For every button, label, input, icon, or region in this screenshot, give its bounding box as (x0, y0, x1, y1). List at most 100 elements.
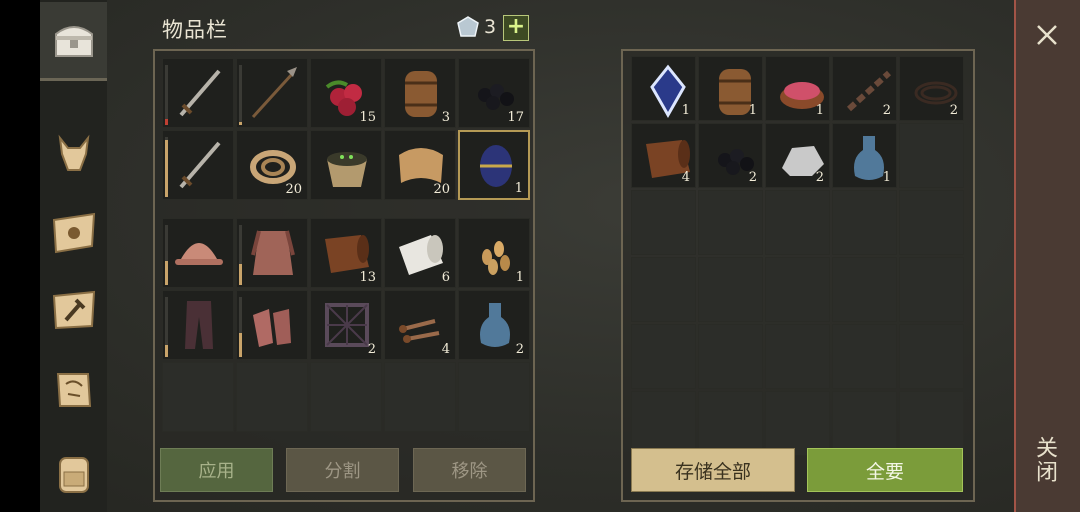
empty-slot[interactable] (698, 257, 763, 322)
inventory-slot-pants[interactable] (162, 290, 234, 360)
inventory-slot-whip[interactable]: 2 (899, 56, 964, 121)
empty-slot[interactable] (162, 362, 234, 432)
empty-slot[interactable] (832, 190, 897, 255)
item-count: 2 (815, 170, 824, 185)
store-all-button[interactable]: 存储全部 (631, 448, 795, 492)
inventory-slot-leather[interactable]: 4 (631, 123, 696, 188)
inventory-slot-crystal[interactable]: 1 (631, 56, 696, 121)
durability-bar (239, 297, 242, 357)
apply-button[interactable]: 应用 (160, 448, 273, 492)
inventory-slot-coal[interactable]: 2 (698, 123, 763, 188)
spear-icon (251, 67, 297, 119)
inventory-slot-helmet[interactable] (162, 218, 234, 288)
empty-slot[interactable] (236, 362, 308, 432)
inventory-grid-main: 15 3 17 20 20 1 (162, 58, 530, 200)
item-count: 2 (949, 103, 958, 118)
nav-character[interactable] (40, 434, 107, 510)
durability-bar (239, 225, 242, 285)
backpack-icon (58, 457, 89, 493)
inventory-slot-chainmail[interactable] (236, 218, 308, 288)
inventory-slot-nails[interactable]: 4 (384, 290, 456, 360)
storage-grid: 1 1 1 2 2 4 2 2 1 (631, 56, 964, 456)
pants-icon (185, 301, 213, 349)
inventory-slot-berries[interactable]: 15 (310, 58, 382, 128)
durability-bar (165, 65, 168, 125)
gem-icon (457, 16, 479, 37)
item-count: 2 (882, 103, 891, 118)
inventory-slot-seeds[interactable]: 1 (458, 218, 530, 288)
inventory-slot-barrel[interactable]: 3 (384, 58, 456, 128)
close-icon[interactable] (1032, 20, 1062, 50)
inventory-slot-bottle[interactable]: 1 (832, 123, 897, 188)
map-sun-icon (52, 212, 95, 254)
empty-slot[interactable] (899, 324, 964, 389)
item-count: 13 (359, 270, 376, 285)
empty-slot[interactable] (832, 391, 897, 456)
inventory-slot-sword[interactable] (162, 130, 234, 200)
item-count: 1 (515, 270, 524, 285)
item-count: 20 (285, 182, 302, 197)
empty-slot[interactable] (832, 324, 897, 389)
inventory-slot-basket[interactable] (310, 130, 382, 200)
empty-slot[interactable] (384, 362, 456, 432)
empty-slot[interactable] (310, 362, 382, 432)
inventory-slot-leather[interactable]: 13 (310, 218, 382, 288)
empty-slot[interactable] (899, 257, 964, 322)
take-all-button[interactable]: 全要 (807, 448, 963, 492)
empty-slot[interactable] (765, 324, 830, 389)
empty-slot[interactable] (832, 257, 897, 322)
empty-slot[interactable] (698, 391, 763, 456)
item-count: 1 (681, 103, 690, 118)
empty-slot[interactable] (765, 391, 830, 456)
nav-inventory[interactable] (40, 2, 107, 81)
inventory-slot-sword[interactable] (162, 58, 234, 128)
inventory-slot-barrel[interactable]: 1 (698, 56, 763, 121)
chest-icon (54, 26, 93, 57)
inventory-slot-meat[interactable]: 1 (765, 56, 830, 121)
empty-slot[interactable] (631, 391, 696, 456)
gem-count: 3 (484, 16, 497, 38)
empty-slot[interactable] (458, 362, 530, 432)
sword-icon (179, 69, 221, 117)
empty-slot[interactable] (698, 190, 763, 255)
empty-slot[interactable] (899, 391, 964, 456)
split-button[interactable]: 分割 (286, 448, 399, 492)
remove-button[interactable]: 移除 (413, 448, 526, 492)
inventory-slot-cloth[interactable]: 20 (384, 130, 456, 200)
empty-slot[interactable] (631, 257, 696, 322)
page-title: 物品栏 (162, 18, 228, 42)
empty-slot[interactable] (631, 324, 696, 389)
empty-slot[interactable] (765, 190, 830, 255)
empty-slot[interactable] (765, 257, 830, 322)
inventory-slot-egg[interactable]: 1 (458, 130, 530, 200)
inventory-slot-stone[interactable]: 2 (765, 123, 830, 188)
item-count: 4 (681, 170, 690, 185)
durability-bar (239, 65, 242, 125)
inventory-slot-bandage[interactable]: 6 (384, 218, 456, 288)
add-gems-button[interactable]: + (503, 15, 529, 41)
nav-map[interactable] (40, 194, 107, 270)
nav-crafting[interactable] (40, 272, 107, 348)
inventory-slot-spear[interactable] (236, 58, 308, 128)
nav-pets[interactable] (40, 116, 107, 192)
empty-slot[interactable] (698, 324, 763, 389)
inventory-slot-chain[interactable]: 2 (832, 56, 897, 121)
inventory-slot-frame[interactable]: 2 (310, 290, 382, 360)
nav-quests[interactable] (40, 352, 107, 428)
inventory-slot-coal[interactable]: 17 (458, 58, 530, 128)
inventory-slot-bottle[interactable]: 2 (458, 290, 530, 360)
close-label[interactable]: 关闭 (1032, 436, 1060, 484)
empty-slot[interactable] (631, 190, 696, 255)
chainmail-icon (251, 230, 295, 275)
item-count: 17 (507, 110, 524, 125)
empty-slot[interactable] (899, 190, 964, 255)
durability-bar (165, 137, 168, 197)
item-count: 3 (441, 110, 450, 125)
inventory-slot-rope[interactable]: 20 (236, 130, 308, 200)
item-count: 6 (441, 270, 450, 285)
item-count: 15 (359, 110, 376, 125)
item-count: 2 (748, 170, 757, 185)
empty-slot[interactable] (899, 123, 964, 188)
inventory-slot-gloves[interactable] (236, 290, 308, 360)
left-edge (0, 0, 40, 512)
